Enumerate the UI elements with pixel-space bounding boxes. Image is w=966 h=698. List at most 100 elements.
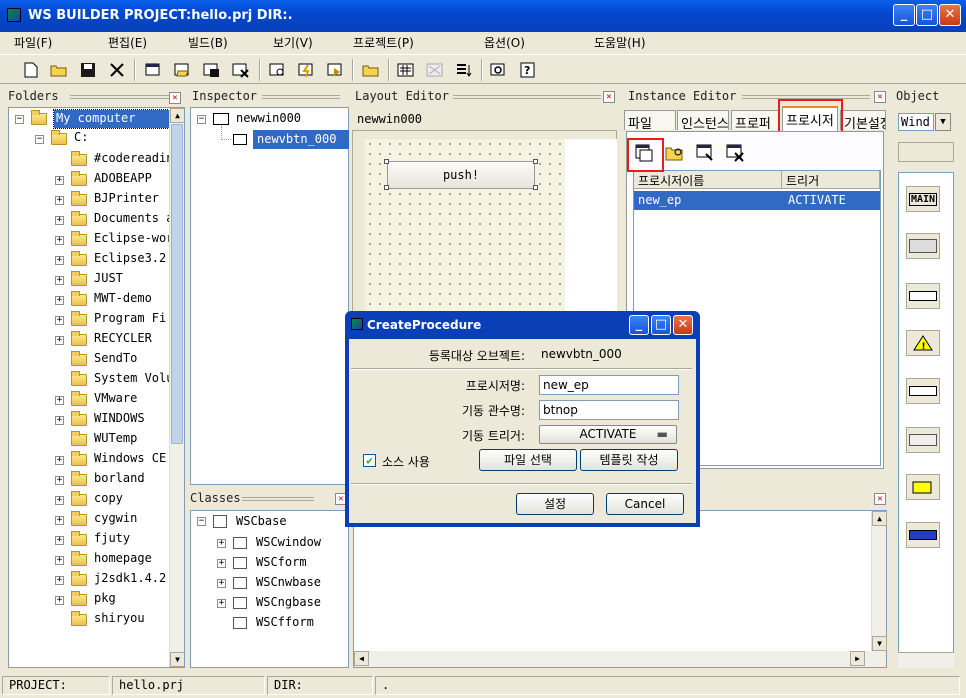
expand-icon[interactable]: + xyxy=(55,496,64,505)
sort-icon[interactable] xyxy=(453,59,475,81)
trigger-dropdown[interactable]: ACTIVATE ▬ xyxy=(539,425,677,444)
folder-item[interactable]: j2sdk1.4.2. xyxy=(94,571,173,591)
expand-icon[interactable]: + xyxy=(55,476,64,485)
expand-icon[interactable]: + xyxy=(55,596,64,605)
col-procedure-name[interactable]: 프로시저이름 xyxy=(634,171,782,189)
expand-icon[interactable]: + xyxy=(55,336,64,345)
tab-instance[interactable]: 인스턴스 xyxy=(677,110,729,130)
folder-item[interactable]: fjuty xyxy=(94,531,130,551)
delete-window-icon[interactable] xyxy=(230,59,252,81)
project-folder-icon[interactable] xyxy=(360,59,382,81)
folder-item[interactable]: borland xyxy=(94,471,145,491)
expand-icon[interactable]: + xyxy=(55,536,64,545)
delete-procedure-icon[interactable] xyxy=(726,144,746,165)
func-name-field[interactable]: btnop xyxy=(539,400,679,420)
layout-push-button[interactable]: push! xyxy=(387,161,535,189)
ok-button[interactable]: 설정 xyxy=(516,493,594,515)
expand-icon[interactable]: + xyxy=(55,176,64,185)
folder-item[interactable]: cygwin xyxy=(94,511,137,531)
menu-options[interactable]: 옵션(O) xyxy=(484,34,525,51)
file-select-button[interactable]: 파일 선택 xyxy=(479,449,577,471)
inspect-icon[interactable] xyxy=(267,59,289,81)
folder-item[interactable]: Windows CE xyxy=(94,451,166,471)
folder-item[interactable]: VMware xyxy=(94,391,137,411)
folder-item[interactable]: System Volu xyxy=(94,371,173,391)
expand-icon[interactable]: + xyxy=(217,599,226,608)
expand-icon[interactable]: + xyxy=(55,196,64,205)
object-scrollbar-icon[interactable] xyxy=(906,522,940,548)
object-selector[interactable]: Wind xyxy=(898,113,934,131)
menu-file[interactable]: 파일(F) xyxy=(14,34,52,51)
folder-item[interactable]: WINDOWS xyxy=(94,411,145,431)
object-radio-icon[interactable] xyxy=(906,283,940,309)
expand-icon[interactable]: + xyxy=(55,216,64,225)
new-file-icon[interactable] xyxy=(20,59,42,81)
object-selector-dropdown-icon[interactable]: ▼ xyxy=(935,113,951,131)
output-hscroll[interactable]: ◀ ▶ xyxy=(354,651,886,667)
folder-item[interactable]: Program Fi xyxy=(94,311,166,331)
dialog-close-button[interactable]: ✕ xyxy=(673,315,693,335)
open-procedure-icon[interactable] xyxy=(665,144,685,165)
folder-item[interactable]: #codereadin xyxy=(94,151,173,171)
class-item[interactable]: WSCform xyxy=(256,555,307,575)
expand-icon[interactable]: + xyxy=(55,456,64,465)
object-spin-icon[interactable] xyxy=(906,427,940,453)
folder-item[interactable]: Eclipse-wor xyxy=(94,231,173,251)
instance-close-icon[interactable]: ✕ xyxy=(874,91,886,103)
tree-drive[interactable]: C: xyxy=(74,130,88,150)
folder-item[interactable]: SendTo xyxy=(94,351,137,371)
layout-form[interactable]: push! xyxy=(365,139,565,319)
folder-item[interactable]: Eclipse3.2 xyxy=(94,251,166,271)
output-close-icon[interactable]: ✕ xyxy=(874,493,886,505)
classes-root[interactable]: WSCbase xyxy=(236,514,287,534)
cancel-button[interactable]: Cancel xyxy=(606,493,684,515)
menu-project[interactable]: 프로젝트(P) xyxy=(353,34,414,51)
expand-icon[interactable]: + xyxy=(55,576,64,585)
expand-icon[interactable]: + xyxy=(55,416,64,425)
menu-view[interactable]: 보기(V) xyxy=(273,34,313,51)
tab-default[interactable]: 기본설정 xyxy=(840,110,886,130)
expand-icon[interactable]: + xyxy=(55,396,64,405)
class-item[interactable]: WSCngbase xyxy=(256,595,321,615)
expand-icon[interactable]: + xyxy=(55,256,64,265)
inspector-child[interactable]: newvbtn_000 xyxy=(253,130,349,149)
col-trigger[interactable]: 트리거 xyxy=(782,171,880,189)
expand-icon[interactable]: + xyxy=(55,276,64,285)
source-checkbox[interactable]: ✔ xyxy=(363,454,376,467)
close-button[interactable]: ✕ xyxy=(939,4,961,26)
class-item[interactable]: WSCfform xyxy=(256,615,314,635)
expand-icon[interactable]: + xyxy=(217,559,226,568)
inspector-root[interactable]: newwin000 xyxy=(236,111,301,131)
folder-item[interactable]: copy xyxy=(94,491,123,511)
object-hscroll[interactable] xyxy=(898,652,954,668)
object-textfield-icon[interactable] xyxy=(906,378,940,404)
expand-icon[interactable]: + xyxy=(55,236,64,245)
dialog-minimize-button[interactable]: _ xyxy=(629,315,649,335)
object-button-icon[interactable] xyxy=(906,233,940,259)
tree-root[interactable]: My computer xyxy=(53,109,172,129)
menu-edit[interactable]: 편집(E) xyxy=(108,34,147,51)
expand-icon[interactable]: + xyxy=(55,516,64,525)
output-vscroll[interactable]: ▲ ▼ xyxy=(871,511,887,651)
class-item[interactable]: WSCnwbase xyxy=(256,575,321,595)
object-folder-icon[interactable] xyxy=(906,474,940,500)
edit-procedure-icon[interactable] xyxy=(696,144,716,165)
tab-property[interactable]: 프로퍼 xyxy=(731,110,779,130)
template-create-button[interactable]: 템플릿 작성 xyxy=(580,449,678,471)
menu-help[interactable]: 도움말(H) xyxy=(594,34,646,51)
folder-item[interactable]: RECYCLER xyxy=(94,331,152,351)
folder-item[interactable]: homepage xyxy=(94,551,152,571)
expand-icon[interactable]: + xyxy=(55,556,64,565)
open-folder-icon[interactable] xyxy=(48,59,70,81)
new-window-icon[interactable] xyxy=(143,59,165,81)
expand-icon[interactable]: + xyxy=(55,316,64,325)
expand-icon[interactable]: + xyxy=(217,579,226,588)
tab-file[interactable]: 파일 xyxy=(624,110,676,130)
folder-item[interactable]: pkg xyxy=(94,591,116,611)
folder-item[interactable]: Documents a xyxy=(94,211,173,231)
save-icon[interactable] xyxy=(77,59,99,81)
expand-icon[interactable]: + xyxy=(217,539,226,548)
folder-item[interactable]: JUST xyxy=(94,271,123,291)
open-window-icon[interactable] xyxy=(172,59,194,81)
class-item[interactable]: WSCwindow xyxy=(256,535,321,555)
